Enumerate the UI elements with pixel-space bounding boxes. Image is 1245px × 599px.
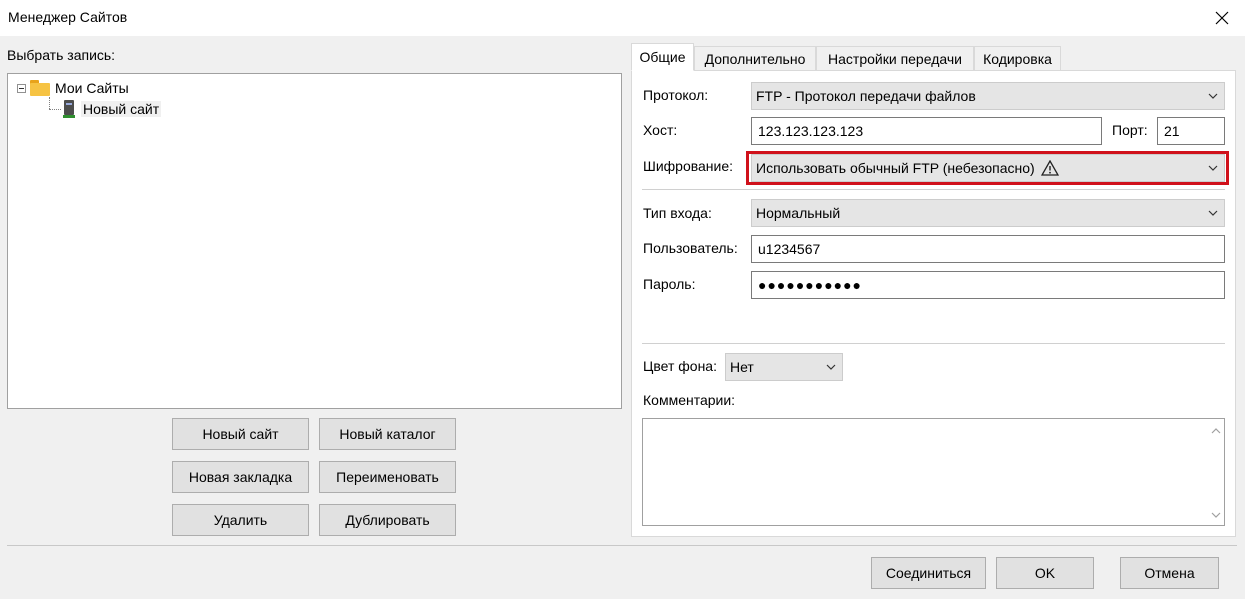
tab-transfer-settings[interactable]: Настройки передачи [816,46,974,72]
tree-connector [49,109,61,110]
logon-type-select[interactable]: Нормальный [751,199,1225,227]
comments-textarea[interactable] [642,418,1225,526]
comments-label: Комментарии: [643,392,736,408]
user-input[interactable]: u1234567 [751,235,1225,263]
tree-node-label: Мои Сайты [55,80,129,96]
host-label: Хост: [643,122,678,138]
new-bookmark-button[interactable]: Новая закладка [172,461,309,493]
tree-connector [49,97,50,109]
tab-general[interactable]: Общие [631,43,694,71]
collapse-icon[interactable] [17,83,26,93]
scroll-down-icon[interactable] [1211,511,1221,519]
tab-advanced[interactable]: Дополнительно [694,46,816,72]
protocol-label: Протокол: [643,87,709,103]
server-icon [63,100,75,118]
connect-button[interactable]: Соединиться [871,557,986,589]
close-button[interactable] [1199,0,1245,36]
folder-icon [30,80,50,96]
protocol-select[interactable]: FTP - Протокол передачи файлов [751,82,1225,110]
host-input[interactable]: 123.123.123.123 [751,117,1102,145]
site-tree[interactable]: Мои Сайты Новый сайт [7,73,622,409]
port-input[interactable]: 21 [1157,117,1225,145]
select-entry-label: Выбрать запись: [7,47,116,63]
port-label: Порт: [1112,122,1148,138]
title-bar: Менеджер Сайтов [0,0,1245,36]
password-label: Пароль: [643,276,696,292]
encryption-value: Использовать обычный FTP (небезопасно) [756,160,1035,176]
new-folder-button[interactable]: Новый каталог [319,418,456,450]
rename-button[interactable]: Переименовать [319,461,456,493]
divider [642,343,1225,344]
encryption-label: Шифрование: [643,158,734,174]
warning-icon [1040,160,1059,176]
ok-button[interactable]: OK [996,557,1094,589]
bgcolor-select[interactable]: Нет [725,353,843,381]
chevron-down-icon [1208,165,1218,171]
tab-charset[interactable]: Кодировка [974,46,1061,72]
protocol-value: FTP - Протокол передачи файлов [756,88,976,104]
logon-type-label: Тип входа: [643,205,712,221]
logon-type-value: Нормальный [756,205,841,221]
bgcolor-value: Нет [730,359,754,375]
chevron-down-icon [1208,210,1218,216]
chevron-down-icon [1208,93,1218,99]
tree-node-label: Новый сайт [81,101,162,117]
delete-button[interactable]: Удалить [172,504,309,536]
duplicate-button[interactable]: Дублировать [319,504,456,536]
divider [642,189,1225,190]
tree-node-new-site[interactable]: Новый сайт [63,99,162,119]
footer-divider [7,545,1237,546]
password-input[interactable]: ●●●●●●●●●●● [751,271,1225,299]
cancel-button[interactable]: Отмена [1120,557,1219,589]
user-label: Пользователь: [643,240,738,256]
bgcolor-label: Цвет фона: [643,358,717,374]
window-title: Менеджер Сайтов [8,9,128,25]
close-icon [1215,11,1229,25]
scroll-up-icon[interactable] [1211,427,1221,435]
encryption-select[interactable]: Использовать обычный FTP (небезопасно) [751,154,1225,182]
tree-node-my-sites[interactable]: Мои Сайты [17,79,129,97]
chevron-down-icon [826,364,836,370]
new-site-button[interactable]: Новый сайт [172,418,309,450]
